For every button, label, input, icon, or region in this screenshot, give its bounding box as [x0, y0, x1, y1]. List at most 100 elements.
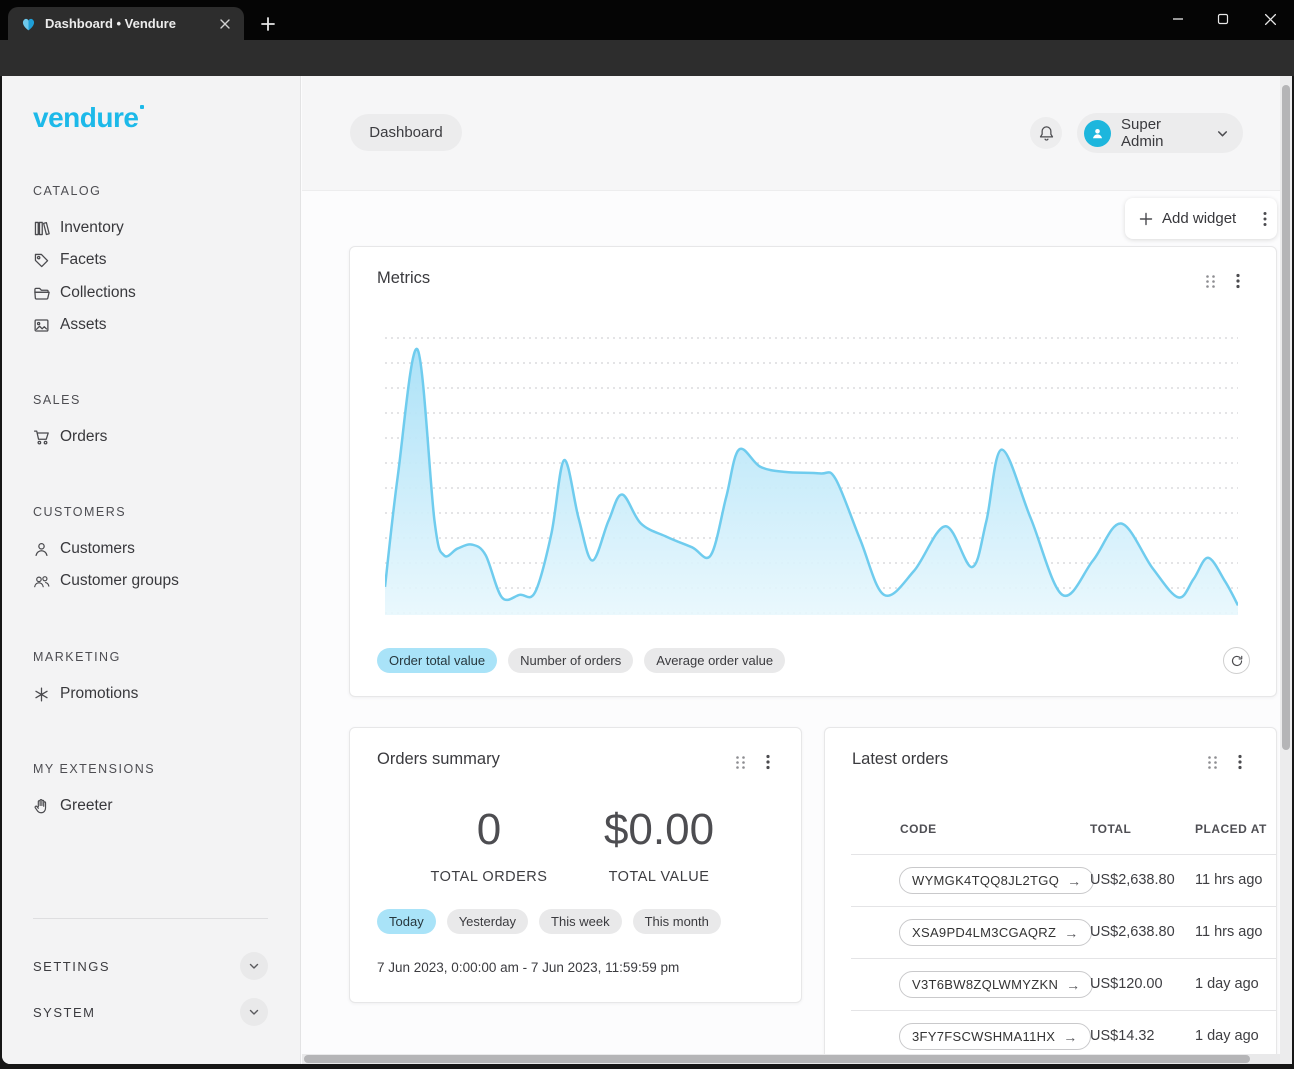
latest-orders-widget: Latest orders CODE TOTAL PLACED AT WYMGK…: [824, 727, 1277, 1064]
window-minimize-button[interactable]: [1161, 4, 1195, 34]
orders-summary-widget: Orders summary 0 TOTAL ORDERS $0.00 TOTA…: [349, 727, 802, 1003]
order-code-link[interactable]: WYMGK4TQQ8JL2TGQ→: [899, 867, 1094, 894]
window-maximize-button[interactable]: [1206, 4, 1240, 34]
sidebar-section-customers: CUSTOMERS: [33, 501, 126, 523]
order-code-link[interactable]: XSA9PD4LM3CGAQRZ→: [899, 919, 1092, 946]
tag-icon: [33, 252, 50, 269]
sidebar-item-orders[interactable]: Orders: [33, 425, 107, 449]
person-icon: [1089, 125, 1106, 142]
sidebar-divider: [33, 918, 268, 919]
vendure-logo[interactable]: vendure: [33, 102, 144, 134]
order-placed-at: 11 hrs ago: [1195, 906, 1277, 958]
filter-yesterday[interactable]: Yesterday: [447, 909, 528, 934]
page-header: Dashboard Super Admin: [302, 76, 1282, 191]
total-value-label: TOTAL VALUE: [559, 869, 759, 885]
vendure-favicon-heart-icon: [20, 16, 37, 32]
sidebar-item-system[interactable]: SYSTEM: [33, 998, 268, 1026]
library-icon: [33, 220, 50, 237]
bell-icon: [1037, 124, 1056, 143]
chevron-down-icon: [248, 960, 260, 972]
asterisk-icon: [33, 686, 50, 703]
sidebar-section-sales: SALES: [33, 389, 81, 411]
user-menu[interactable]: Super Admin: [1077, 113, 1243, 153]
image-icon: [33, 317, 50, 334]
system-expand-button[interactable]: [240, 998, 268, 1026]
tab-order-total-value[interactable]: Order total value: [377, 648, 497, 673]
new-tab-button[interactable]: [256, 12, 280, 36]
browser-toolbar: localhost:3000/admin/: [0, 40, 1294, 76]
drag-handle-icon[interactable]: [735, 755, 746, 770]
sidebar-item-customer-groups[interactable]: Customer groups: [33, 569, 179, 593]
refresh-icon: [1230, 654, 1244, 668]
refresh-button[interactable]: [1223, 647, 1250, 674]
order-placed-at: 1 day ago: [1195, 958, 1277, 1010]
browser-tab[interactable]: Dashboard • Vendure: [8, 7, 244, 40]
vertical-scrollbar-thumb[interactable]: [1282, 85, 1290, 750]
sidebar-item-greeter[interactable]: Greeter: [33, 794, 113, 818]
drag-handle-icon[interactable]: [1205, 274, 1216, 289]
add-widget-button[interactable]: Add widget: [1125, 198, 1277, 239]
user-icon: [33, 541, 50, 558]
metrics-series-tabs: Order total value Number of orders Avera…: [377, 648, 785, 673]
tab-title: Dashboard • Vendure: [45, 16, 216, 31]
sidebar-item-assets[interactable]: Assets: [33, 313, 107, 337]
horizontal-scrollbar[interactable]: [302, 1054, 1282, 1064]
window-close-button[interactable]: [1253, 4, 1287, 34]
tab-number-of-orders[interactable]: Number of orders: [508, 648, 633, 673]
arrow-right-icon: →: [1066, 977, 1080, 993]
sidebar-section-marketing: MARKETING: [33, 646, 121, 668]
chevron-down-icon: [1216, 127, 1229, 140]
order-code-link[interactable]: V3T6BW8ZQLWMYZKN→: [899, 971, 1093, 998]
widget-title: Orders summary: [377, 750, 500, 769]
user-avatar: [1084, 120, 1111, 147]
notifications-button[interactable]: [1030, 117, 1062, 149]
horizontal-scrollbar-thumb[interactable]: [304, 1055, 1250, 1063]
date-range-text: 7 Jun 2023, 0:00:00 am - 7 Jun 2023, 11:…: [377, 960, 679, 975]
summary-period-filters: Today Yesterday This week This month: [377, 909, 721, 934]
order-total: US$120.00: [1090, 958, 1163, 1010]
kebab-menu-icon[interactable]: [1236, 273, 1240, 289]
sidebar-item-promotions[interactable]: Promotions: [33, 682, 138, 706]
browser-window: Dashboard • Vendure: [0, 0, 1294, 1069]
kebab-menu-icon[interactable]: [1263, 211, 1267, 227]
vendure-logo-dot: [140, 105, 144, 109]
sidebar-item-settings[interactable]: SETTINGS: [33, 952, 268, 980]
breadcrumb[interactable]: Dashboard: [350, 114, 462, 151]
sidebar-section-catalog: CATALOG: [33, 180, 101, 202]
shopping-cart-icon: [33, 429, 50, 446]
order-total: US$2,638.80: [1090, 906, 1175, 958]
sidebar-item-inventory[interactable]: Inventory: [33, 216, 124, 240]
filter-today[interactable]: Today: [377, 909, 436, 934]
order-code-link[interactable]: 3FY7FSCWSHMA11HX→: [899, 1023, 1091, 1050]
column-header-total: TOTAL: [1090, 822, 1131, 836]
column-header-code: CODE: [900, 822, 937, 836]
metrics-area-chart: [385, 336, 1238, 616]
tab-close-icon[interactable]: [216, 15, 234, 33]
sidebar-item-customers[interactable]: Customers: [33, 537, 135, 561]
drag-handle-icon[interactable]: [1207, 755, 1218, 770]
kebab-menu-icon[interactable]: [1238, 754, 1242, 770]
table-row: XSA9PD4LM3CGAQRZ→ US$2,638.80 11 hrs ago: [825, 906, 1277, 958]
arrow-right-icon: →: [1063, 1029, 1077, 1045]
filter-this-month[interactable]: This month: [633, 909, 721, 934]
user-name: Super Admin: [1121, 116, 1206, 150]
tab-average-order-value[interactable]: Average order value: [644, 648, 785, 673]
sidebar-item-collections[interactable]: Collections: [33, 281, 136, 305]
vendure-admin-app: vendure CATALOG Inventory Facets Collect…: [2, 76, 1292, 1064]
widget-title: Latest orders: [852, 750, 948, 769]
folder-icon: [33, 285, 50, 302]
main-content: Dashboard Super Admin Add widget: [302, 76, 1282, 1064]
filter-this-week[interactable]: This week: [539, 909, 622, 934]
total-value-stat: $0.00 TOTAL VALUE: [559, 805, 759, 885]
kebab-menu-icon[interactable]: [766, 754, 770, 770]
sidebar: vendure CATALOG Inventory Facets Collect…: [2, 76, 301, 1064]
table-row: V3T6BW8ZQLWMYZKN→ US$120.00 1 day ago: [825, 958, 1277, 1010]
column-header-placed-at: PLACED AT: [1195, 822, 1267, 836]
arrow-right-icon: →: [1067, 873, 1081, 889]
chevron-down-icon: [248, 1006, 260, 1018]
widget-title: Metrics: [377, 269, 430, 288]
settings-expand-button[interactable]: [240, 952, 268, 980]
sidebar-item-facets[interactable]: Facets: [33, 248, 107, 272]
vertical-scrollbar[interactable]: [1280, 76, 1292, 1064]
tab-strip: Dashboard • Vendure: [0, 0, 1294, 40]
